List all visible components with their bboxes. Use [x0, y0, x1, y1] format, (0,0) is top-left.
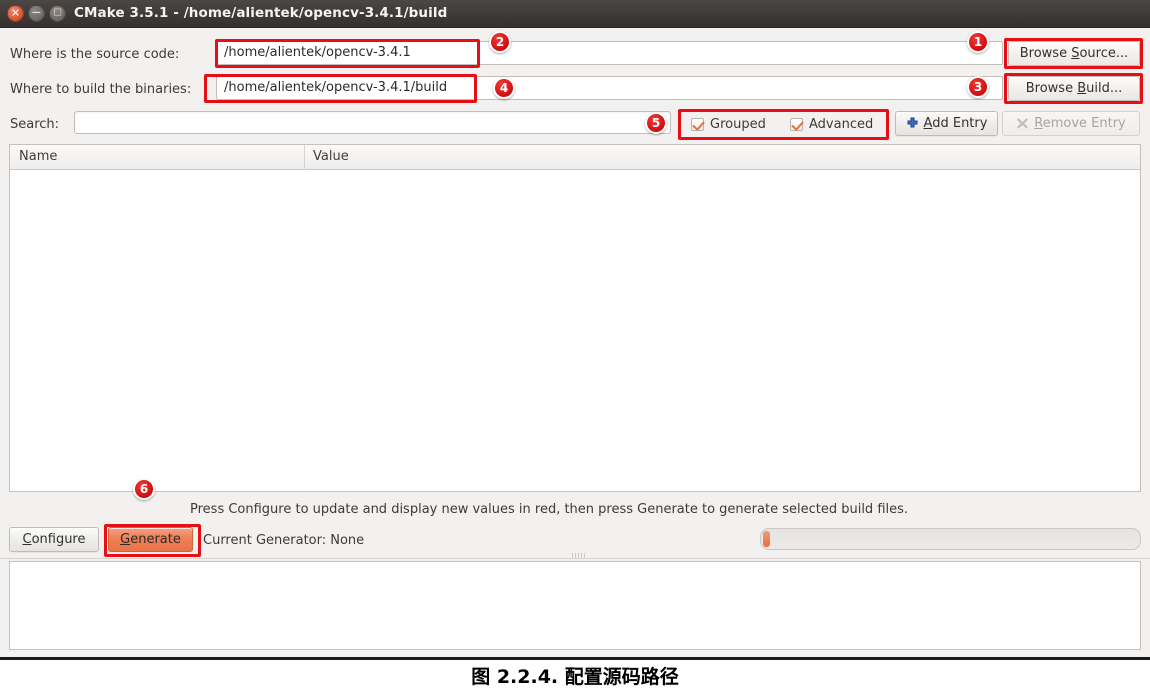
annotation-badge-4: 4 [493, 77, 515, 99]
generate-label: Generate [120, 532, 181, 547]
minimize-icon[interactable]: − [28, 5, 45, 22]
search-input[interactable] [74, 111, 671, 134]
figure-caption: 图 2.2.4. 配置源码路径 [471, 666, 679, 688]
cmake-gui-window: ✕ − □ CMake 3.5.1 - /home/alientek/openc… [0, 0, 1150, 660]
annotation-badge-1: 2 [489, 31, 511, 53]
advanced-checkbox[interactable]: Advanced [790, 117, 873, 132]
splitter-line [0, 558, 1150, 559]
source-path-value: /home/alientek/opencv-3.4.1 [224, 45, 411, 60]
hint-text: Press Configure to update and display ne… [190, 502, 909, 517]
window-title: CMake 3.5.1 - /home/alientek/opencv-3.4.… [74, 5, 448, 21]
column-header-value[interactable]: Value [313, 149, 349, 164]
browse-source-label: Browse Source... [1019, 46, 1129, 61]
annotation-badge-2: 1 [967, 31, 989, 53]
annotation-badge-6: 6 [133, 478, 155, 500]
remove-x-icon [1017, 118, 1029, 129]
checkbox-box [691, 118, 704, 131]
configure-button[interactable]: Configure [9, 527, 99, 552]
add-entry-label: Add Entry [923, 116, 988, 131]
generator-status: Current Generator: None [203, 533, 365, 548]
progress-fill [763, 531, 770, 547]
remove-entry-label: Remove Entry [1034, 116, 1126, 131]
grouped-checkbox[interactable]: Grouped [691, 117, 766, 132]
progress-bar [760, 528, 1141, 550]
output-log[interactable] [9, 561, 1141, 650]
build-path-field[interactable]: /home/alientek/opencv-3.4.1/build [216, 76, 1003, 100]
build-path-value: /home/alientek/opencv-3.4.1/build [224, 80, 448, 95]
cache-table[interactable]: Name Value [9, 144, 1141, 492]
source-label: Where is the source code: [10, 47, 180, 62]
build-label: Where to build the binaries: [10, 82, 192, 97]
title-bar: ✕ − □ CMake 3.5.1 - /home/alientek/openc… [0, 0, 1150, 28]
window-controls: ✕ − □ [7, 5, 66, 22]
advanced-label: Advanced [809, 117, 874, 132]
column-divider[interactable] [304, 145, 305, 170]
plus-icon [907, 117, 918, 128]
browse-build-label: Browse Build... [1025, 81, 1123, 96]
annotation-badge-5: 5 [645, 112, 667, 134]
browse-build-button[interactable]: Browse Build... [1008, 76, 1140, 101]
source-path-field[interactable]: /home/alientek/opencv-3.4.1 [216, 41, 1003, 65]
browse-source-button[interactable]: Browse Source... [1008, 41, 1140, 66]
column-header-name[interactable]: Name [19, 149, 57, 164]
remove-entry-button: Remove Entry [1002, 111, 1140, 136]
checkbox-box [790, 118, 803, 131]
cache-table-body[interactable] [10, 170, 1140, 491]
add-entry-button[interactable]: Add Entry [895, 111, 998, 136]
close-icon[interactable]: ✕ [7, 5, 24, 22]
annotation-badge-3: 3 [967, 76, 989, 98]
maximize-icon[interactable]: □ [49, 5, 66, 22]
search-label: Search: [10, 117, 60, 132]
cache-table-header: Name Value [10, 145, 1140, 170]
generate-button[interactable]: Generate [108, 527, 193, 552]
grouped-label: Grouped [710, 117, 766, 132]
configure-label: Configure [22, 532, 86, 547]
